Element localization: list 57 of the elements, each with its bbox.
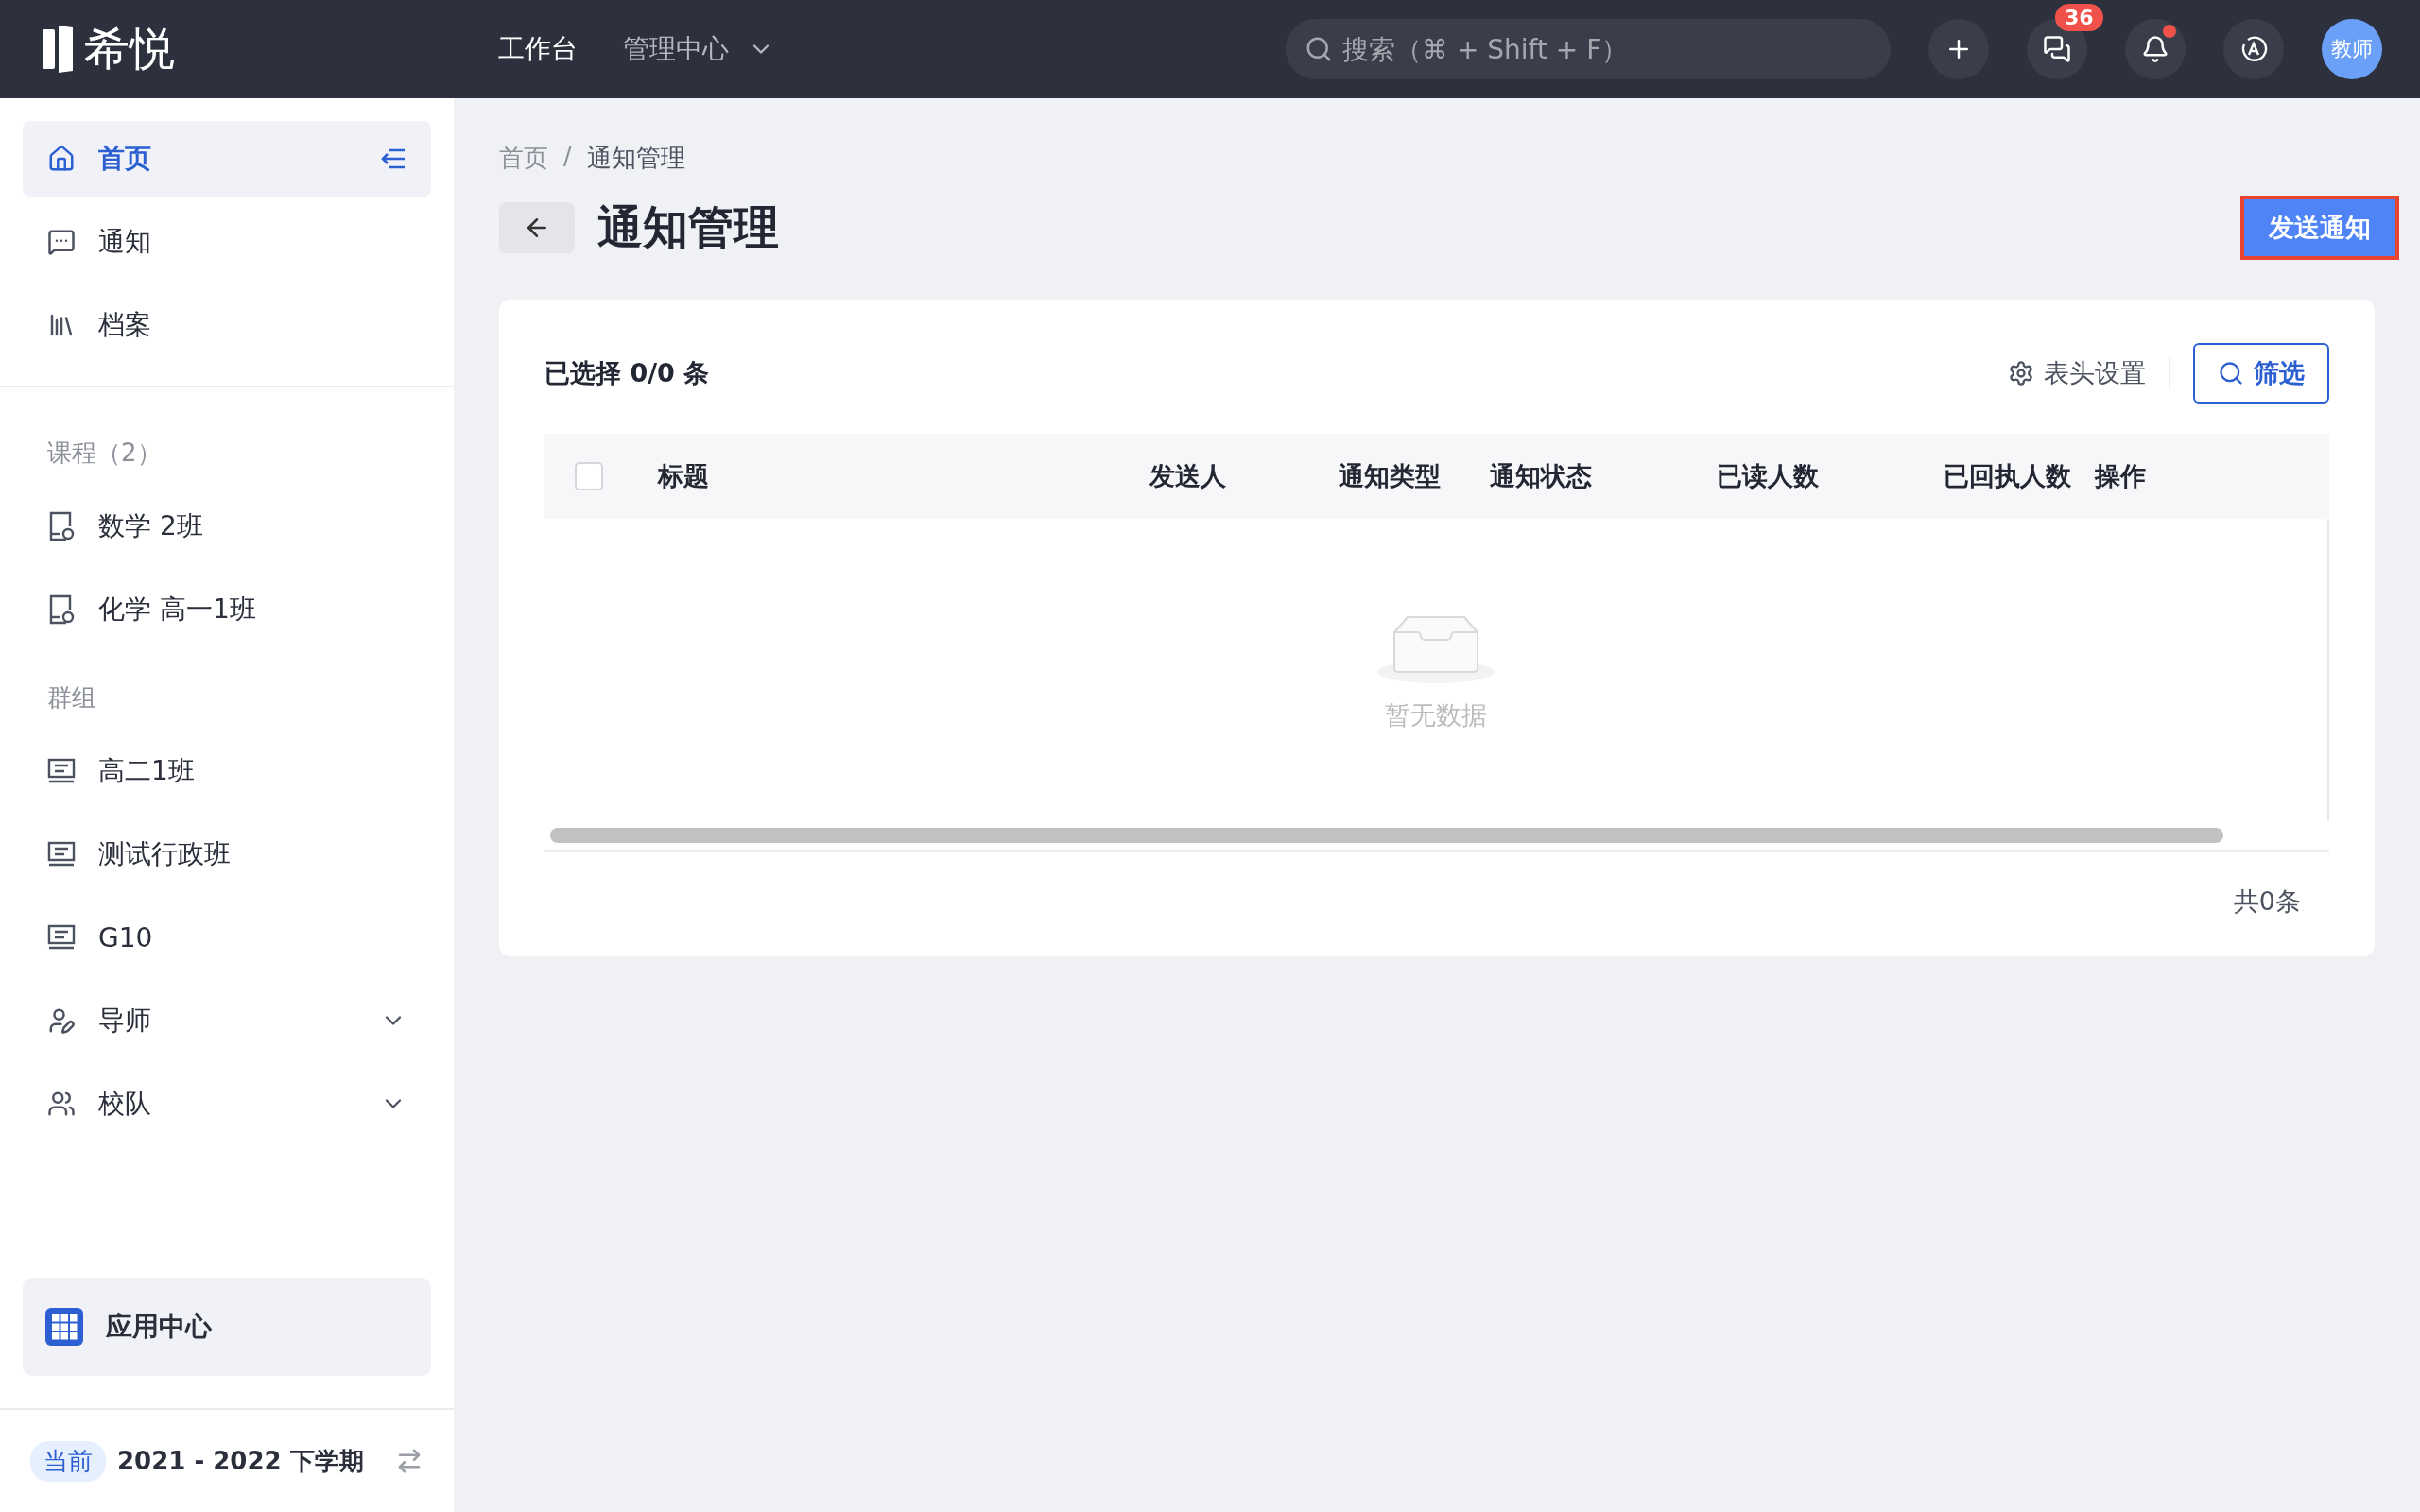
column-header: 标题 xyxy=(658,460,710,492)
section-title: 群组 xyxy=(46,682,97,713)
sidebar-item[interactable]: 校队 xyxy=(23,1066,431,1142)
settings-icon xyxy=(2008,360,2034,387)
total-count: 共0条 xyxy=(2233,885,2301,918)
logo-icon xyxy=(43,24,75,75)
selection-count: 已选择 0/0 条 xyxy=(544,357,711,389)
empty-text: 暂无数据 xyxy=(1385,699,1487,731)
nav-tab[interactable]: 工作台 xyxy=(498,31,578,67)
chat-icon xyxy=(47,228,76,256)
breadcrumb-link[interactable]: 通知管理 xyxy=(586,142,685,175)
messages-icon xyxy=(2043,35,2071,63)
checkbox[interactable] xyxy=(575,462,603,490)
column-header: 通知类型 xyxy=(1339,460,1442,492)
term-label: 2021 - 2022 下学期 xyxy=(117,1445,365,1477)
sidebar-item[interactable]: 导师 xyxy=(23,983,431,1058)
user-icon xyxy=(47,1006,76,1035)
sidebar-item[interactable]: 通知 xyxy=(23,204,431,280)
column-header: 通知状态 xyxy=(1490,460,1593,492)
column-header: 已回执人数 xyxy=(1944,460,2072,492)
board-icon xyxy=(47,841,76,868)
count-badge: 36 xyxy=(2055,4,2103,31)
search-field[interactable]: 搜索（⌘ + Shift + F） xyxy=(1286,19,1891,79)
sidebar-item[interactable]: 档案 xyxy=(23,287,431,363)
column-header: 发送人 xyxy=(1150,460,1227,492)
filter-button[interactable]: 筛选 xyxy=(2193,343,2329,404)
board-icon xyxy=(47,924,76,951)
back-button[interactable] xyxy=(499,202,575,253)
book-icon xyxy=(47,594,76,625)
column-header: 已读人数 xyxy=(1717,460,1820,492)
logo-text: 希悦 xyxy=(84,21,175,77)
search-icon xyxy=(2218,360,2244,387)
collapse-icon[interactable] xyxy=(380,148,406,169)
sidebar-item[interactable]: 数学 2班 xyxy=(23,489,431,564)
account-icon xyxy=(2239,35,2268,63)
users-icon xyxy=(47,1090,76,1118)
search-icon xyxy=(1305,35,1333,63)
nav-tab[interactable]: 管理中心 xyxy=(623,31,774,67)
board-icon xyxy=(47,758,76,784)
sidebar-item[interactable]: 高二1班 xyxy=(23,733,431,809)
send-button[interactable]: 发送通知 xyxy=(2240,196,2399,260)
sidebar-item[interactable]: 化学 高一1班 xyxy=(23,572,431,647)
sidebar-item[interactable]: 首页 xyxy=(23,121,431,197)
page-title: 通知管理 xyxy=(597,199,780,255)
breadcrumb-separator: / xyxy=(563,142,572,172)
current-tag: 当前 xyxy=(30,1440,106,1482)
sidebar-item[interactable]: G10 xyxy=(23,900,431,975)
scrollbar-thumb[interactable] xyxy=(550,828,2223,843)
home-icon xyxy=(47,145,76,173)
bell-icon xyxy=(2141,35,2169,63)
grid-icon xyxy=(45,1308,83,1346)
book-icon xyxy=(47,511,76,541)
sidebar-item[interactable]: 测试行政班 xyxy=(23,816,431,892)
app-center-button[interactable]: 应用中心 xyxy=(23,1278,431,1376)
column-header: 操作 xyxy=(2095,460,2147,492)
section-title: 课程（2） xyxy=(46,438,163,469)
column-settings-button[interactable]: 表头设置 xyxy=(1985,356,2170,390)
